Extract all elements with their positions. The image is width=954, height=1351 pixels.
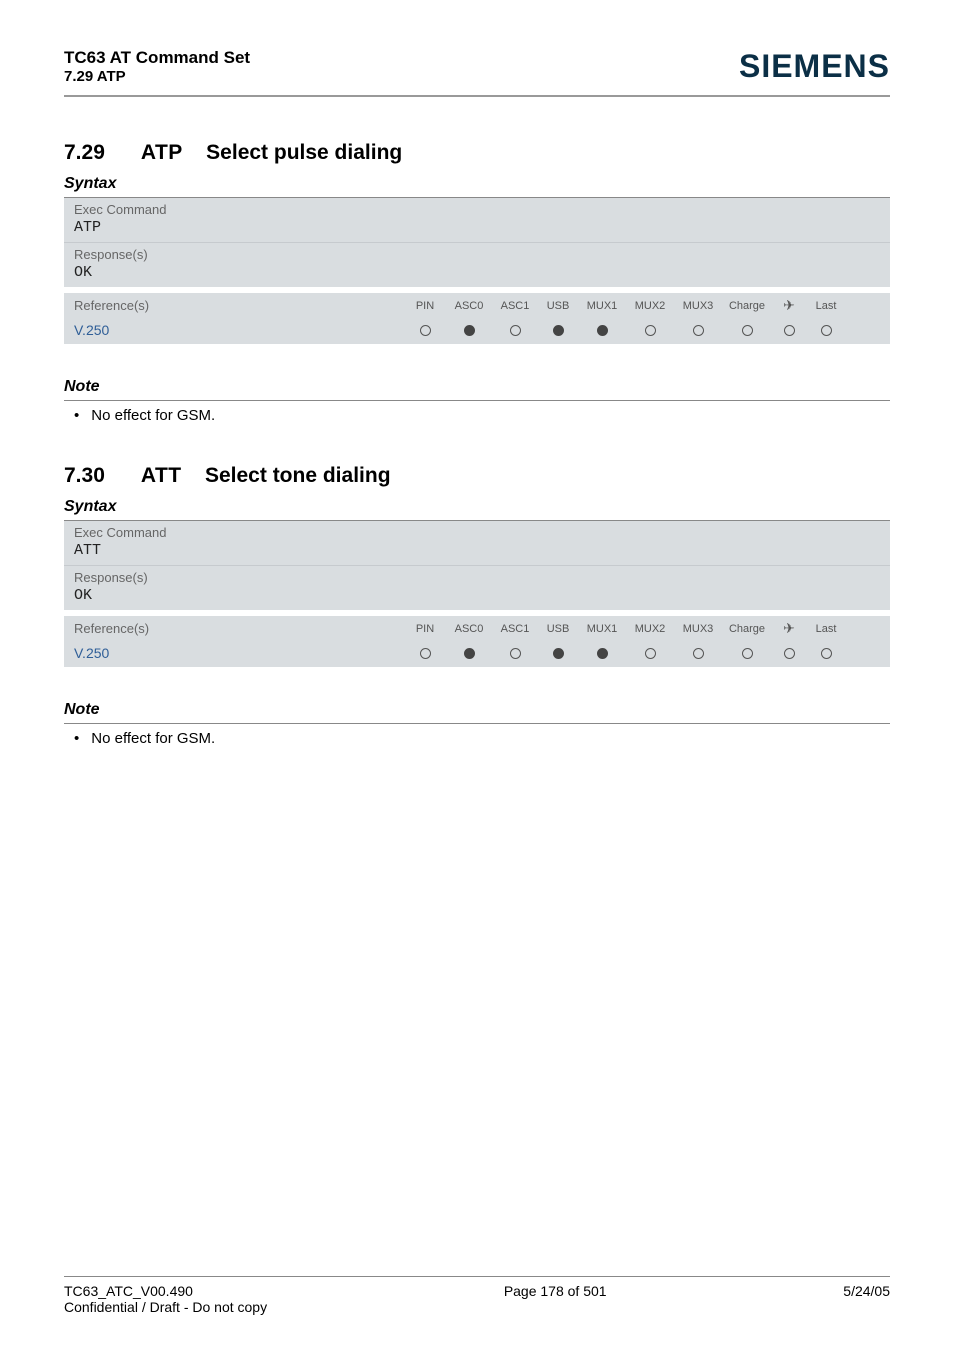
bullet-icon: •	[74, 730, 79, 747]
note-rule	[64, 723, 890, 724]
page-footer: TC63_ATC_V00.490 Confidential / Draft - …	[64, 1276, 890, 1315]
col-asc0: ASC0	[446, 623, 492, 635]
col-charge: Charge	[722, 623, 772, 635]
header-rule	[64, 95, 890, 97]
syntax-label: Syntax	[64, 175, 890, 193]
exec-command-value: ATP	[74, 219, 880, 236]
exec-command-label: Exec Command	[74, 202, 880, 217]
exec-command-label: Exec Command	[74, 525, 880, 540]
response-value: OK	[74, 587, 880, 604]
reference-value-row: V.250	[64, 318, 890, 344]
dot-mux1	[578, 324, 626, 336]
response-value: OK	[74, 264, 880, 281]
section-title: Select pulse dialing	[206, 141, 402, 164]
airplane-icon: ✈	[783, 620, 795, 637]
col-mux2: MUX2	[626, 300, 674, 312]
dot-plane	[772, 647, 806, 659]
page: TC63 AT Command Set 7.29 ATP SIEMENS 7.2…	[0, 0, 954, 1351]
reference-label: Reference(s)	[74, 298, 404, 313]
dot-last	[806, 324, 846, 336]
note-rule	[64, 400, 890, 401]
col-asc1: ASC1	[492, 300, 538, 312]
col-pin: PIN	[404, 300, 446, 312]
note-list: • No effect for GSM.	[74, 730, 890, 747]
col-mux1: MUX1	[578, 623, 626, 635]
dot-mux3	[674, 324, 722, 336]
dot-charge	[722, 324, 772, 336]
response-label: Response(s)	[74, 247, 880, 262]
dot-plane	[772, 324, 806, 336]
col-mux2: MUX2	[626, 623, 674, 635]
col-asc0: ASC0	[446, 300, 492, 312]
footer-rule	[64, 1276, 890, 1277]
reference-header-row: Reference(s) PIN ASC0 ASC1 USB MUX1 MUX2…	[64, 616, 890, 641]
dot-usb	[538, 324, 578, 336]
footer-date: 5/24/05	[843, 1283, 890, 1315]
dot-asc1	[492, 647, 538, 659]
col-airplane-icon: ✈	[772, 620, 806, 637]
reference-label: Reference(s)	[74, 621, 404, 636]
col-last: Last	[806, 300, 846, 312]
section-number: 7.30	[64, 464, 105, 488]
col-mux3: MUX3	[674, 300, 722, 312]
dot-usb	[538, 647, 578, 659]
dot-asc0	[446, 324, 492, 336]
footer-page: Page 178 of 501	[504, 1283, 607, 1315]
note-text: No effect for GSM.	[91, 407, 215, 424]
col-last: Last	[806, 623, 846, 635]
dot-pin	[404, 324, 446, 336]
response-label: Response(s)	[74, 570, 880, 585]
section-heading-7-30: 7.30 ATT Select tone dialing	[64, 464, 890, 488]
col-usb: USB	[538, 623, 578, 635]
brand-logo: SIEMENS	[739, 48, 890, 85]
col-mux1: MUX1	[578, 300, 626, 312]
syntax-label: Syntax	[64, 498, 890, 516]
doc-subtitle: 7.29 ATP	[64, 68, 250, 85]
header-left: TC63 AT Command Set 7.29 ATP	[64, 48, 250, 85]
bullet-icon: •	[74, 407, 79, 424]
col-usb: USB	[538, 300, 578, 312]
col-mux3: MUX3	[674, 623, 722, 635]
doc-title: TC63 AT Command Set	[64, 48, 250, 68]
section-cmd: ATT	[141, 464, 182, 487]
section-number: 7.29	[64, 141, 105, 165]
dot-asc1	[492, 324, 538, 336]
section-heading-7-29: 7.29 ATP Select pulse dialing	[64, 141, 890, 165]
response-box: Response(s) OK	[64, 242, 890, 287]
footer-left: TC63_ATC_V00.490 Confidential / Draft - …	[64, 1283, 267, 1315]
footer-doc-id: TC63_ATC_V00.490	[64, 1283, 267, 1299]
note-item: • No effect for GSM.	[74, 730, 890, 747]
dot-pin	[404, 647, 446, 659]
dot-mux1	[578, 647, 626, 659]
note-text: No effect for GSM.	[91, 730, 215, 747]
col-pin: PIN	[404, 623, 446, 635]
dot-mux2	[626, 647, 674, 659]
section-title: Select tone dialing	[205, 464, 391, 487]
exec-command-box: Exec Command ATP	[64, 198, 890, 242]
reference-value-row: V.250	[64, 641, 890, 667]
dot-asc0	[446, 647, 492, 659]
section-cmd: ATP	[141, 141, 183, 164]
footer-confidential: Confidential / Draft - Do not copy	[64, 1299, 267, 1315]
exec-command-value: ATT	[74, 542, 880, 559]
response-box: Response(s) OK	[64, 565, 890, 610]
airplane-icon: ✈	[783, 297, 795, 314]
dot-mux3	[674, 647, 722, 659]
col-airplane-icon: ✈	[772, 297, 806, 314]
dot-mux2	[626, 324, 674, 336]
note-list: • No effect for GSM.	[74, 407, 890, 424]
note-label: Note	[64, 701, 890, 719]
reference-value: V.250	[74, 645, 404, 661]
note-label: Note	[64, 378, 890, 396]
reference-header-row: Reference(s) PIN ASC0 ASC1 USB MUX1 MUX2…	[64, 293, 890, 318]
exec-command-box: Exec Command ATT	[64, 521, 890, 565]
footer-row: TC63_ATC_V00.490 Confidential / Draft - …	[64, 1283, 890, 1315]
col-asc1: ASC1	[492, 623, 538, 635]
dot-charge	[722, 647, 772, 659]
header-bar: TC63 AT Command Set 7.29 ATP SIEMENS	[64, 48, 890, 85]
reference-value: V.250	[74, 322, 404, 338]
col-charge: Charge	[722, 300, 772, 312]
note-item: • No effect for GSM.	[74, 407, 890, 424]
dot-last	[806, 647, 846, 659]
